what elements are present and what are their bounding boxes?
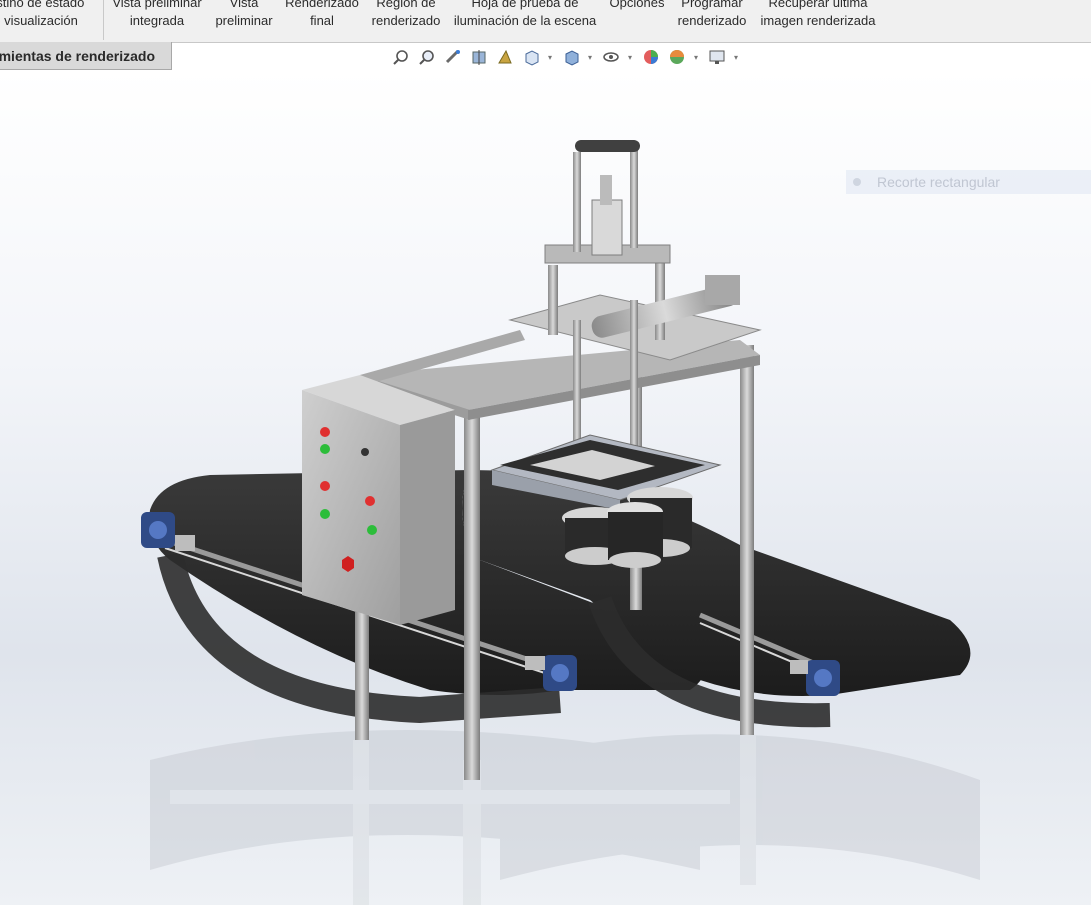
button-label: preliminar [215, 13, 273, 28]
button-label: Recuperar última [768, 0, 868, 10]
scene-illumination-proof-sheet-button[interactable]: Hoja de prueba de iluminación de la esce… [448, 0, 602, 30]
button-label: Renderizado [285, 0, 359, 10]
previous-view-icon[interactable] [442, 46, 464, 68]
heads-up-view-toolbar: ▾ ▾ ▾ ▾ ▾ [390, 46, 742, 68]
graphics-area[interactable]: Recorte rectangular [0, 70, 1091, 905]
button-label: renderizado [677, 13, 747, 28]
preview-window-button[interactable]: Vista preliminar [210, 0, 278, 30]
apply-scene-icon[interactable] [666, 46, 688, 68]
chevron-down-icon[interactable]: ▾ [626, 46, 634, 68]
ribbon-separator [103, 0, 104, 40]
edit-appearance-icon[interactable] [640, 46, 662, 68]
button-label: Programar [681, 0, 743, 10]
zoom-to-area-icon[interactable] [416, 46, 438, 68]
radio-icon [853, 178, 861, 186]
floor-reflection [150, 730, 980, 905]
button-label: Vista [229, 0, 259, 10]
chevron-down-icon[interactable]: ▾ [586, 46, 594, 68]
tab-render-tools[interactable]: Herramientas de renderizado [0, 42, 172, 70]
button-label: final [310, 13, 334, 28]
rectangular-crop-option[interactable]: Recorte rectangular [846, 170, 1091, 194]
view-orientation-icon[interactable] [520, 46, 542, 68]
chevron-down-icon[interactable]: ▾ [546, 46, 554, 68]
chevron-down-icon[interactable]: ▾ [732, 46, 740, 68]
tab-label: Herramientas de renderizado [0, 48, 155, 64]
chevron-down-icon[interactable]: ▾ [692, 46, 700, 68]
display-state-target-button[interactable]: Destino de estado de visualización [0, 0, 96, 30]
button-label: imagen renderizada [760, 13, 876, 28]
control-cabinet [302, 375, 455, 625]
hide-show-items-icon[interactable] [600, 46, 622, 68]
button-label: Opciones [609, 0, 665, 10]
model-view [141, 140, 980, 905]
button-label: integrada [129, 13, 185, 28]
button-label: Hoja de prueba de [471, 0, 579, 10]
button-label: de visualización [0, 13, 78, 28]
view-settings-icon[interactable] [706, 46, 728, 68]
press-unit [508, 140, 762, 470]
recall-last-render-button[interactable]: Recuperar última imagen renderizada [754, 0, 882, 30]
final-render-button[interactable]: Renderizado final [282, 0, 362, 30]
option-label: Recorte rectangular [877, 174, 1000, 190]
render-tools-ribbon: Destino de estado de visualización Vista… [0, 0, 1091, 43]
button-label: Región de [376, 0, 436, 10]
render-region-button[interactable]: Región de renderizado [366, 0, 446, 30]
button-label: Destino de estado [0, 0, 85, 10]
button-label: Vista preliminar [112, 0, 202, 10]
integrated-preview-button[interactable]: Vista preliminar integrada [105, 0, 209, 30]
button-label: renderizado [371, 13, 441, 28]
display-style-icon[interactable] [560, 46, 582, 68]
dynamic-annotation-icon[interactable] [494, 46, 516, 68]
zoom-to-fit-icon[interactable] [390, 46, 412, 68]
schedule-render-button[interactable]: Programar renderizado [673, 0, 751, 30]
options-button[interactable]: Opciones [604, 0, 670, 12]
section-view-icon[interactable] [468, 46, 490, 68]
button-label: iluminación de la escena [453, 13, 597, 28]
